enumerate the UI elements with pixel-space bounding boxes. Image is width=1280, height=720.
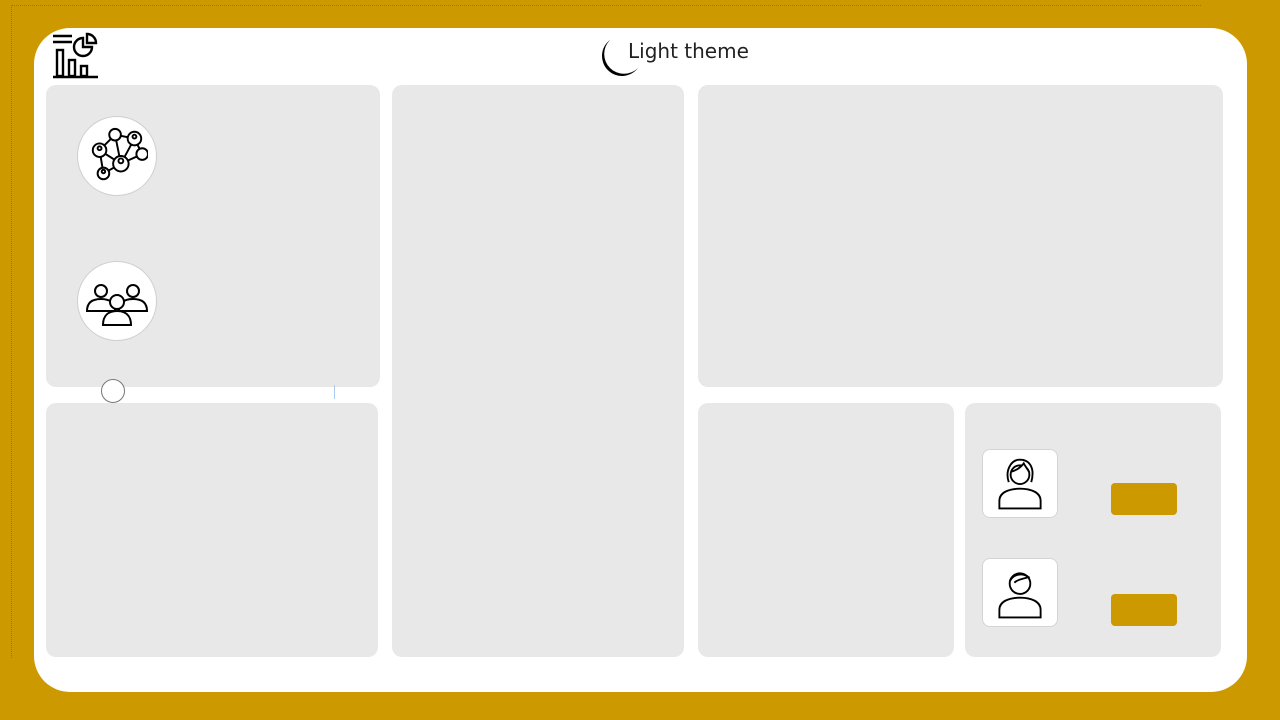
dashboard-chart-icon: [52, 32, 100, 80]
theme-toggle[interactable]: Light theme: [596, 38, 749, 82]
panel-bottom-left: [46, 403, 378, 657]
female-user-icon[interactable]: [982, 449, 1058, 518]
panel-center: [392, 85, 684, 657]
male-user-icon[interactable]: [982, 558, 1058, 627]
radio-button[interactable]: [101, 379, 125, 403]
theme-toggle-label: Light theme: [628, 39, 749, 63]
panel-top-right: [698, 85, 1223, 387]
contact-action-button-2[interactable]: [1111, 594, 1177, 626]
panel-bottom-middle: [698, 403, 954, 657]
network-people-icon[interactable]: [77, 116, 157, 196]
team-group-icon[interactable]: [77, 261, 157, 341]
text-caret: [334, 385, 335, 399]
contact-action-button-1[interactable]: [1111, 483, 1177, 515]
